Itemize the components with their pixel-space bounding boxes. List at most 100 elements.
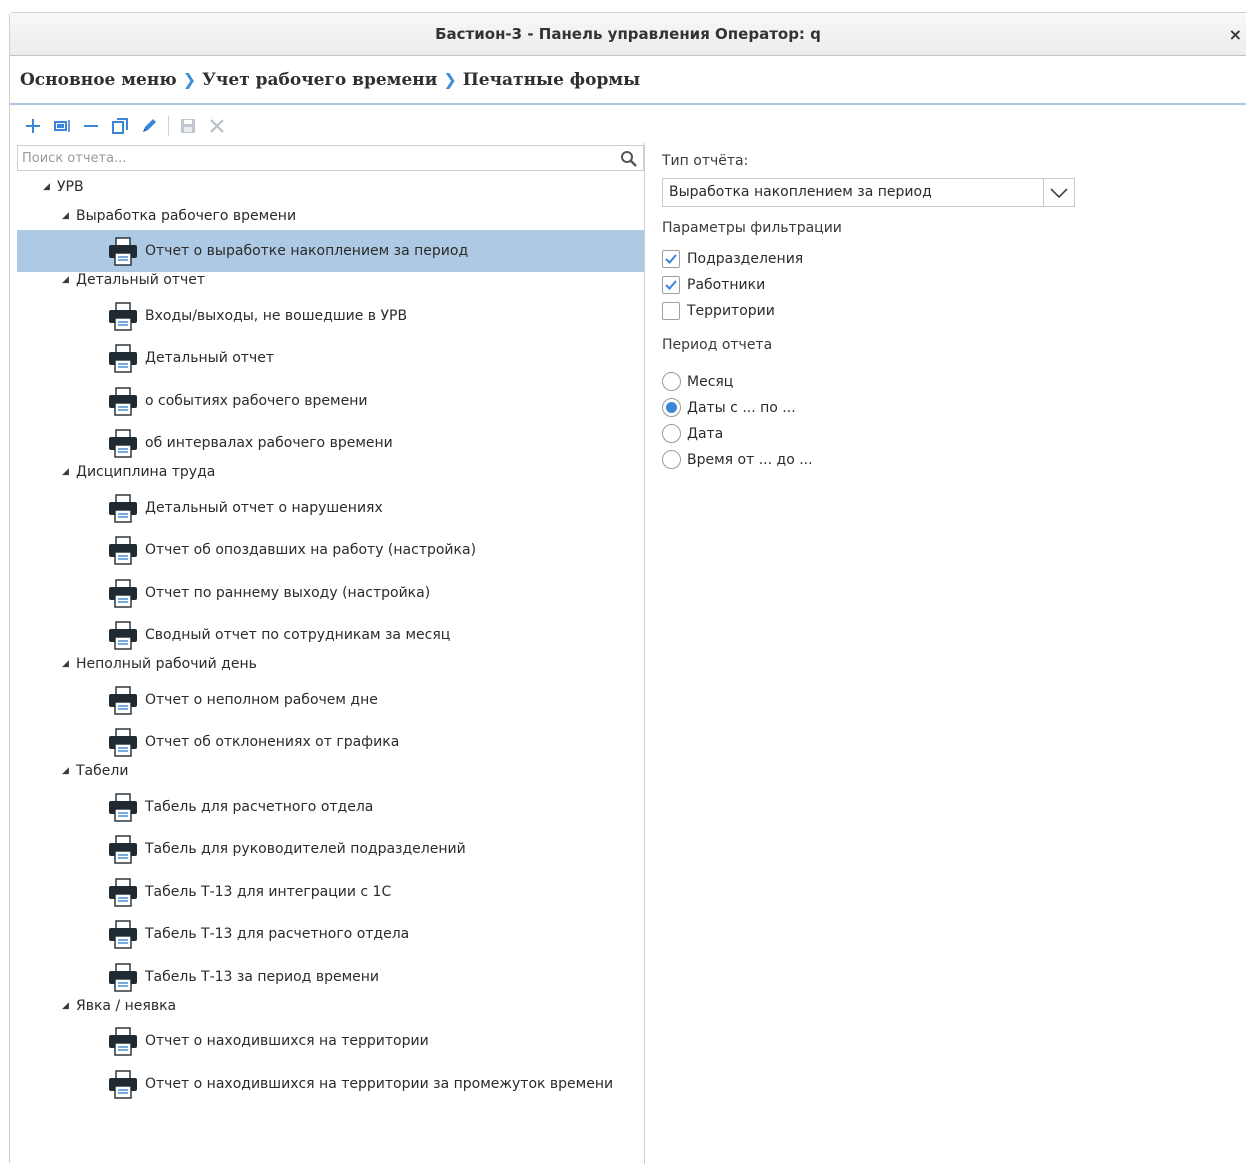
save-icon[interactable] — [175, 113, 201, 139]
report-item[interactable]: Отчет об опоздавших на работу (настройка… — [17, 529, 644, 571]
printer-icon — [108, 962, 138, 992]
period-date-label: Дата — [687, 425, 724, 442]
tree-group-label: Детальный отчет — [76, 272, 206, 288]
radio-date[interactable] — [662, 424, 681, 443]
period-time-range[interactable]: Время от ... до ... — [662, 450, 813, 469]
tree-group-node[interactable]: ◢ Явка / неявка — [17, 991, 644, 1020]
period-date[interactable]: Дата — [662, 424, 723, 443]
collapse-arrow-icon[interactable]: ◢ — [43, 182, 57, 192]
collapse-arrow-icon[interactable]: ◢ — [62, 211, 76, 221]
breadcrumb-item-main-menu[interactable]: Основное меню — [20, 70, 177, 90]
checkbox-territories[interactable] — [662, 302, 680, 320]
report-tree-panel: ◢УРВ◢Выработка рабочего времениОтчет о в… — [17, 143, 645, 1164]
report-item-label: Отчет о находившихся на территории за пр… — [145, 1075, 614, 1092]
radio-month[interactable] — [662, 372, 681, 391]
report-item-label: Отчет об опоздавших на работу (настройка… — [145, 542, 477, 558]
report-item[interactable]: Отчет о находившихся на территории — [17, 1020, 644, 1062]
radio-time-range[interactable] — [662, 450, 681, 469]
report-item-label: Отчет о неполном рабочем дне — [145, 691, 378, 708]
printer-icon — [108, 1069, 138, 1099]
printer-icon — [108, 386, 138, 416]
breadcrumb-item-time-tracking[interactable]: Учет рабочего времени — [202, 70, 437, 90]
pencil-icon[interactable] — [136, 113, 162, 139]
printer-icon — [108, 343, 138, 373]
report-item-label: Отчет об отклонениях от графика — [145, 734, 400, 750]
report-item[interactable]: о событиях рабочего времени — [17, 380, 644, 422]
tree-group-node[interactable]: ◢ Неполный рабочий день — [17, 650, 644, 679]
report-item[interactable]: Отчет о неполном рабочем дне — [17, 679, 644, 721]
filter-employees[interactable]: Работники — [662, 276, 765, 294]
report-item-label: о событиях рабочего времени — [145, 392, 368, 409]
tree-group-label: Выработка рабочего времени — [76, 207, 297, 224]
radio-date-range[interactable] — [662, 398, 681, 417]
report-item[interactable]: Детальный отчет о нарушениях — [17, 487, 644, 529]
delete-icon[interactable] — [204, 113, 230, 139]
printer-icon — [108, 919, 138, 949]
chevron-right-icon: ❯ — [443, 70, 457, 89]
search-icon[interactable] — [620, 150, 637, 171]
period-date-range[interactable]: Даты с ... по ... — [662, 398, 796, 417]
report-type-select[interactable]: Выработка накоплением за период — [662, 178, 1075, 207]
tree-group-node[interactable]: ◢ Дисциплина труда — [17, 458, 644, 487]
report-item[interactable]: Детальный отчет — [17, 337, 644, 379]
title-bar: Бастион-3 - Панель управления Оператор: … — [10, 13, 1246, 56]
report-item[interactable]: Табель для расчетного отдела — [17, 786, 644, 828]
period-month-label: Месяц — [687, 373, 734, 390]
filter-departments[interactable]: Подразделения — [662, 250, 803, 268]
checkbox-departments[interactable] — [662, 250, 680, 268]
chevron-right-icon: ❯ — [182, 70, 197, 89]
tree-root-node[interactable]: ◢ УРВ — [17, 173, 644, 201]
tree-group-label: Явка / неявка — [76, 997, 177, 1014]
printer-icon — [108, 792, 138, 822]
report-item[interactable]: Табель Т-13 для интеграции с 1С — [17, 871, 644, 913]
report-item[interactable]: Отчет по раннему выходу (настройка) — [17, 572, 644, 614]
tree-group-label: Табели — [76, 763, 129, 779]
breadcrumb: Основное меню ❯ Учет рабочего времени ❯ … — [10, 56, 1246, 105]
close-icon[interactable]: × — [1229, 13, 1242, 56]
search-input[interactable] — [22, 146, 612, 170]
collapse-arrow-icon[interactable]: ◢ — [62, 467, 76, 477]
printer-icon — [108, 877, 138, 907]
tree-group-node[interactable]: ◢ Выработка рабочего времени — [17, 201, 644, 230]
edit-form-icon[interactable] — [49, 113, 75, 139]
report-type-value: Выработка накоплением за период — [669, 184, 932, 200]
period-month[interactable]: Месяц — [662, 372, 733, 391]
tree-group-label: Неполный рабочий день — [76, 656, 257, 672]
report-item-label: Отчет о находившихся на территории — [145, 1033, 429, 1049]
filter-territories-label: Территории — [687, 303, 775, 319]
filter-label: Параметры фильтрации — [662, 220, 842, 236]
filter-territories[interactable]: Территории — [662, 302, 775, 320]
remove-icon[interactable] — [78, 113, 104, 139]
copy-icon[interactable] — [107, 113, 133, 139]
search-box — [17, 145, 644, 171]
tree-group-node[interactable]: ◢ Детальный отчет — [17, 266, 644, 295]
collapse-arrow-icon[interactable]: ◢ — [62, 659, 76, 669]
tree-group-node[interactable]: ◢ Табели — [17, 757, 644, 786]
printer-icon — [108, 1026, 138, 1056]
checkbox-employees[interactable] — [662, 276, 680, 294]
report-item-label: об интервалах рабочего времени — [145, 435, 393, 451]
report-item-label: Табель для руководителей подразделений — [145, 841, 466, 857]
printer-icon — [108, 685, 138, 715]
period-label: Период отчета — [662, 337, 773, 353]
chevron-down-icon[interactable] — [1043, 179, 1074, 206]
report-item-label: Входы/выходы, не вошедшие в УРВ — [145, 307, 408, 324]
add-icon[interactable] — [20, 113, 46, 139]
printer-icon — [108, 535, 138, 565]
tree-node-label: УРВ — [57, 179, 84, 195]
report-item[interactable]: Отчет о находившихся на территории за пр… — [17, 1063, 644, 1105]
report-item[interactable]: Табель Т-13 для расчетного отдела — [17, 913, 644, 955]
toolbar-divider — [168, 116, 169, 136]
report-item[interactable]: Табель для руководителей подразделений — [17, 828, 644, 870]
filter-departments-label: Подразделения — [687, 251, 804, 267]
period-time-range-label: Время от ... до ... — [687, 451, 813, 468]
printer-icon — [108, 301, 138, 331]
collapse-arrow-icon[interactable]: ◢ — [62, 275, 76, 285]
printer-icon — [108, 620, 138, 650]
tree-group-label: Дисциплина труда — [76, 464, 216, 480]
collapse-arrow-icon[interactable]: ◢ — [62, 1001, 76, 1011]
period-date-range-label: Даты с ... по ... — [687, 399, 796, 416]
collapse-arrow-icon[interactable]: ◢ — [62, 766, 76, 776]
report-item[interactable]: Входы/выходы, не вошедшие в УРВ — [17, 295, 644, 337]
report-item-label: Детальный отчет о нарушениях — [145, 499, 383, 516]
